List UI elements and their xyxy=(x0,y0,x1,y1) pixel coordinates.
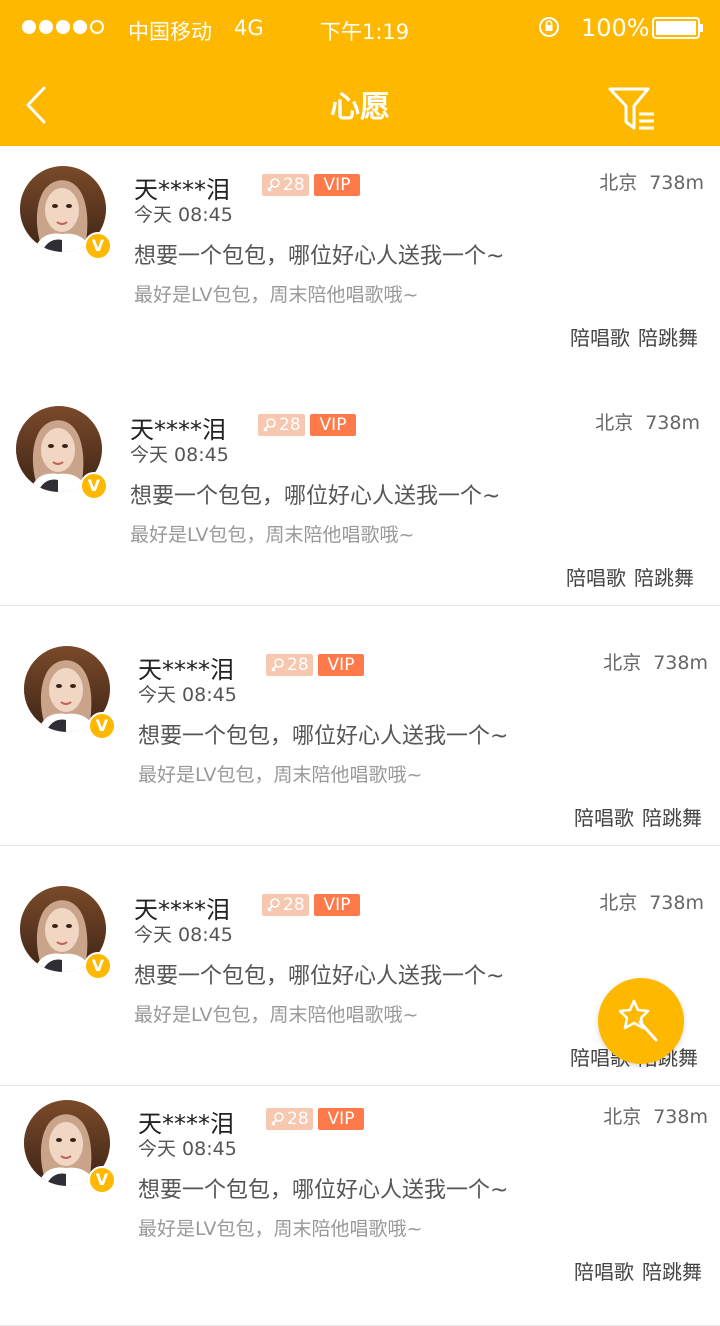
age-value: 28 xyxy=(287,655,309,675)
vip-badge: VIP xyxy=(314,894,360,916)
avatar[interactable]: V xyxy=(24,646,116,740)
wish-description: 最好是LV包包，周末陪他唱歌哦~ xyxy=(134,284,419,306)
tag-sing: 陪唱歌 xyxy=(566,566,626,590)
location: 北京 738m xyxy=(603,1102,708,1129)
avatar[interactable]: V xyxy=(16,406,108,500)
network-type: 4G xyxy=(234,16,264,40)
page-title: 心愿 xyxy=(330,90,390,125)
wish-title: 想要一个包包，哪位好心人送我一个~ xyxy=(134,964,505,989)
age-badge: 28 xyxy=(266,1108,313,1130)
filter-icon[interactable] xyxy=(606,84,658,136)
wish-title: 想要一个包包，哪位好心人送我一个~ xyxy=(130,484,501,509)
age-badge: 28 xyxy=(258,414,305,436)
avatar[interactable]: V xyxy=(20,886,112,980)
wish-description: 最好是LV包包，周末陪他唱歌哦~ xyxy=(138,764,423,786)
signal-strength-icon xyxy=(22,20,104,34)
location: 北京 738m xyxy=(595,408,700,435)
service-tags: 陪唱歌 陪跳舞 xyxy=(574,1256,702,1285)
wish-description: 最好是LV包包，周末陪他唱歌哦~ xyxy=(138,1218,423,1240)
status-time: 下午1:19 xyxy=(320,20,410,44)
avatar[interactable]: V xyxy=(20,166,112,260)
female-icon xyxy=(263,418,276,432)
wish-title: 想要一个包包，哪位好心人送我一个~ xyxy=(138,724,509,749)
vip-badge: VIP xyxy=(318,1108,364,1130)
distance: 738m xyxy=(653,1106,708,1128)
age-badge: 28 xyxy=(266,654,313,676)
carrier-label: 中国移动 xyxy=(128,20,212,44)
magic-wand-icon xyxy=(618,999,658,1042)
tag-sing: 陪唱歌 xyxy=(570,326,630,350)
city: 北京 xyxy=(599,172,638,194)
tag-dance: 陪跳舞 xyxy=(642,806,702,830)
female-icon xyxy=(267,178,280,192)
city: 北京 xyxy=(595,412,634,434)
verified-badge-icon: V xyxy=(88,1166,116,1194)
avatar[interactable]: V xyxy=(24,1100,116,1194)
wish-description: 最好是LV包包，周末陪他唱歌哦~ xyxy=(130,524,415,546)
female-icon xyxy=(271,1112,284,1126)
tag-sing: 陪唱歌 xyxy=(574,806,634,830)
age-value: 28 xyxy=(279,415,301,435)
verified-badge-icon: V xyxy=(84,952,112,980)
service-tags: 陪唱歌 陪跳舞 xyxy=(574,802,702,831)
wish-card[interactable]: V 天****泪 28 VIP 今天 08:45 想要一个包包，哪位好心人送我一… xyxy=(0,606,720,846)
distance: 738m xyxy=(649,172,704,194)
vip-badge: VIP xyxy=(310,414,356,436)
vip-badge: VIP xyxy=(314,174,360,196)
age-badge: 28 xyxy=(262,894,309,916)
back-icon[interactable] xyxy=(20,84,54,126)
location: 北京 738m xyxy=(599,888,704,915)
age-value: 28 xyxy=(283,175,305,195)
make-wish-button[interactable] xyxy=(598,978,684,1064)
location: 北京 738m xyxy=(599,168,704,195)
top-bar: 中国移动 4G 下午1:19 100% 心愿 xyxy=(0,0,720,146)
location: 北京 738m xyxy=(603,648,708,675)
battery-icon xyxy=(652,17,703,39)
verified-badge-icon: V xyxy=(84,232,112,260)
female-icon xyxy=(267,898,280,912)
wish-card[interactable]: V 天****泪 28 VIP 今天 08:45 想要一个包包，哪位好心人送我一… xyxy=(0,146,720,386)
post-time: 今天 08:45 xyxy=(138,1138,237,1160)
service-tags: 陪唱歌 陪跳舞 xyxy=(570,322,698,351)
verified-badge-icon: V xyxy=(80,472,108,500)
age-value: 28 xyxy=(283,895,305,915)
rotation-lock-icon xyxy=(539,17,559,37)
service-tags: 陪唱歌 陪跳舞 xyxy=(566,562,694,591)
tag-dance: 陪跳舞 xyxy=(642,1260,702,1284)
wish-title: 想要一个包包，哪位好心人送我一个~ xyxy=(138,1178,509,1203)
tag-dance: 陪跳舞 xyxy=(634,566,694,590)
vip-badge: VIP xyxy=(318,654,364,676)
wish-card[interactable]: V 天****泪 28 VIP 今天 08:45 想要一个包包，哪位好心人送我一… xyxy=(0,1086,720,1326)
status-bar: 中国移动 4G 下午1:19 100% xyxy=(0,0,720,56)
distance: 738m xyxy=(653,652,708,674)
tag-dance: 陪跳舞 xyxy=(638,326,698,350)
city: 北京 xyxy=(603,652,642,674)
city: 北京 xyxy=(599,892,638,914)
post-time: 今天 08:45 xyxy=(138,684,237,706)
city: 北京 xyxy=(603,1106,642,1128)
distance: 738m xyxy=(645,412,700,434)
wish-description: 最好是LV包包，周末陪他唱歌哦~ xyxy=(134,1004,419,1026)
female-icon xyxy=(271,658,284,672)
age-value: 28 xyxy=(287,1109,309,1129)
age-badge: 28 xyxy=(262,174,309,196)
post-time: 今天 08:45 xyxy=(130,444,229,466)
post-time: 今天 08:45 xyxy=(134,924,233,946)
battery-percentage: 100% xyxy=(581,14,650,42)
verified-badge-icon: V xyxy=(88,712,116,740)
tag-sing: 陪唱歌 xyxy=(574,1260,634,1284)
distance: 738m xyxy=(649,892,704,914)
wish-card[interactable]: V 天****泪 28 VIP 今天 08:45 想要一个包包，哪位好心人送我一… xyxy=(0,366,720,606)
post-time: 今天 08:45 xyxy=(134,204,233,226)
wish-title: 想要一个包包，哪位好心人送我一个~ xyxy=(134,244,505,269)
